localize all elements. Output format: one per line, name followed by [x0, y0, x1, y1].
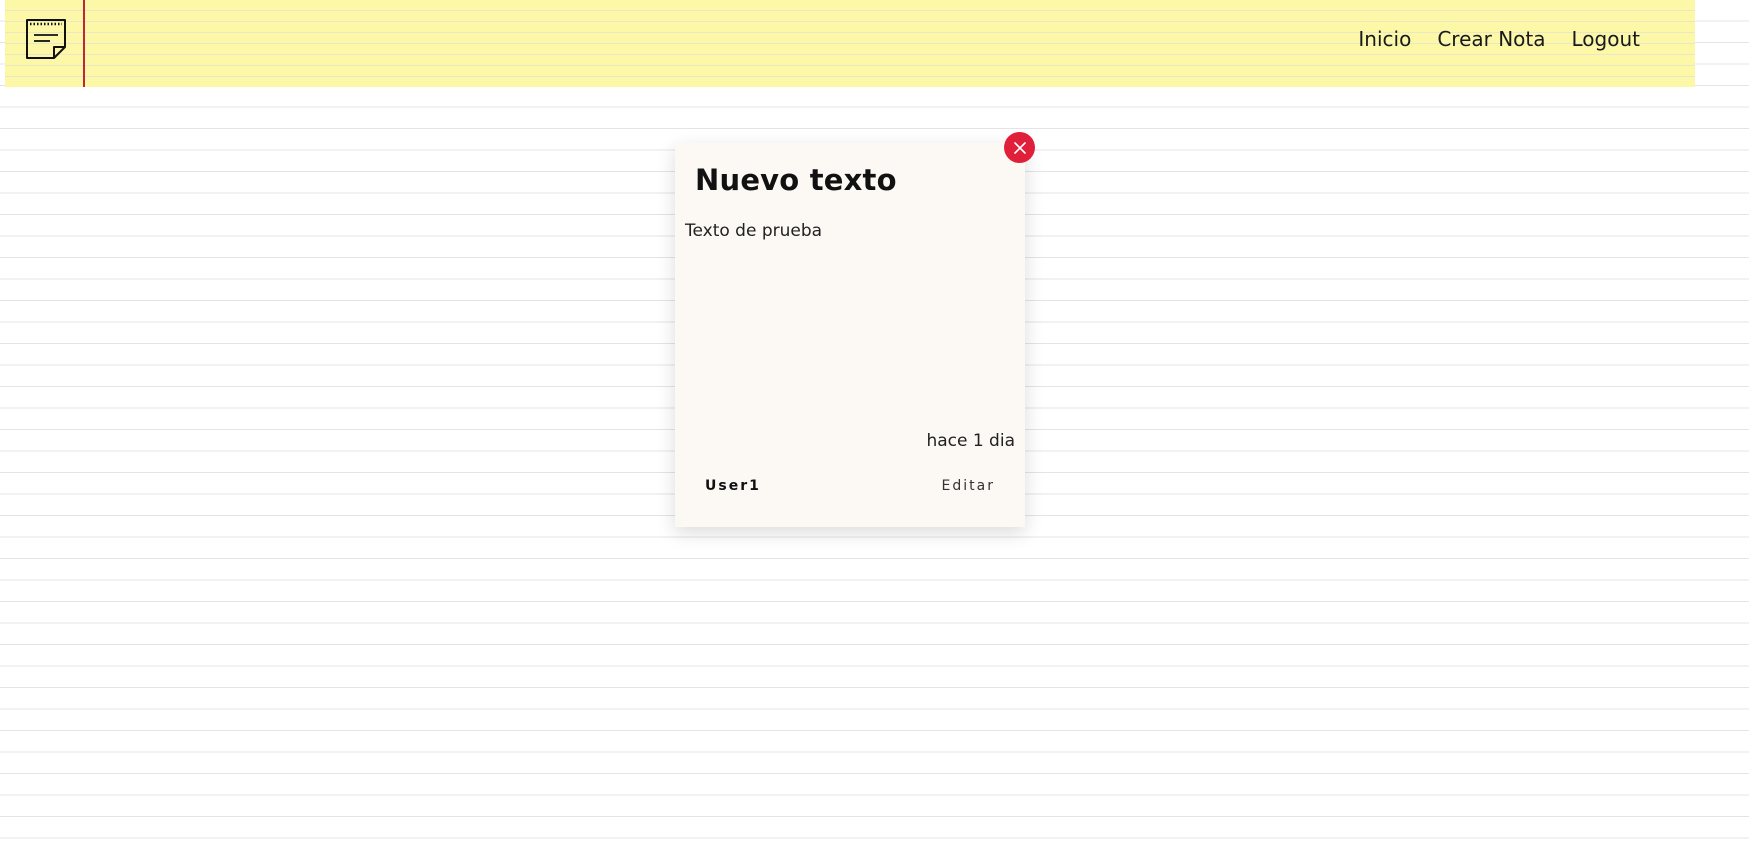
sticky-note-icon[interactable]: [24, 17, 68, 61]
navbar: Inicio Crear Nota Logout: [5, 0, 1695, 87]
margin-line: [83, 0, 85, 87]
close-icon: [1013, 141, 1026, 154]
nav-link-crear-nota[interactable]: Crear Nota: [1437, 27, 1545, 51]
nav-link-logout[interactable]: Logout: [1572, 27, 1640, 51]
note-title: Nuevo texto: [695, 163, 897, 197]
note-author: User1: [705, 478, 761, 494]
note-card: Nuevo texto Texto de prueba hace 1 dia U…: [675, 143, 1025, 527]
note-timestamp: hace 1 dia: [926, 431, 1015, 451]
delete-note-button[interactable]: [1004, 132, 1035, 163]
nav-links: Inicio Crear Nota Logout: [1358, 27, 1640, 51]
nav-link-inicio[interactable]: Inicio: [1358, 27, 1411, 51]
note-body: Texto de prueba: [685, 221, 823, 241]
edit-button[interactable]: Editar: [942, 478, 995, 494]
